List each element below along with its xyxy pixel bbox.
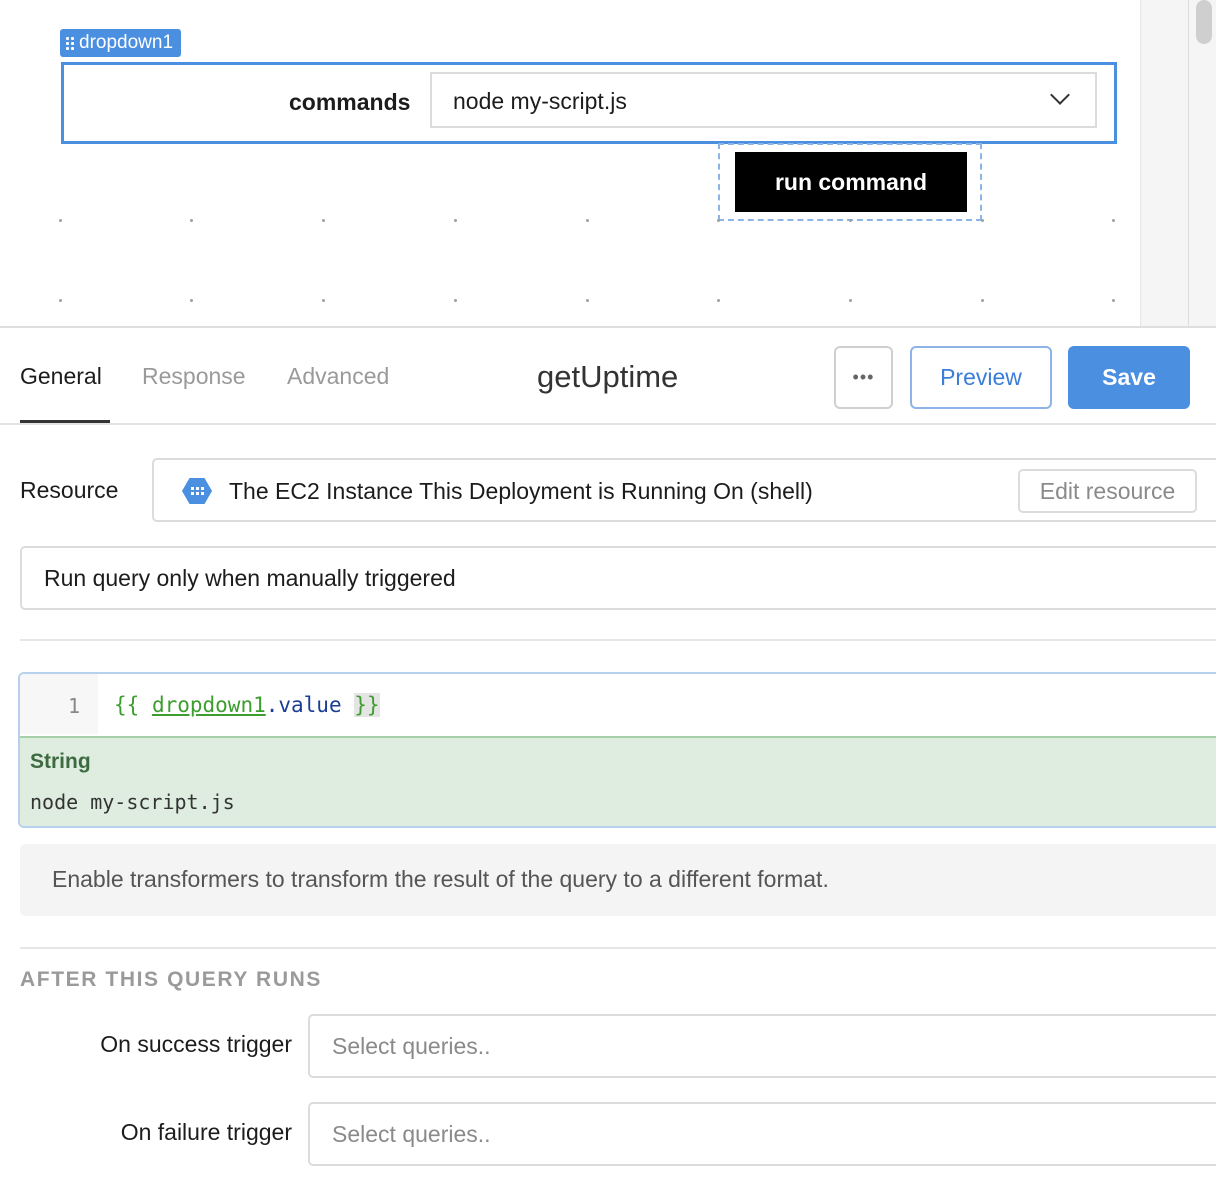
result-type: String <box>30 750 91 773</box>
tab-response[interactable]: Response <box>142 363 246 390</box>
on-failure-select[interactable]: Select queries.. <box>308 1102 1216 1166</box>
grid-dot <box>717 299 720 302</box>
resource-hexagon-icon <box>182 478 212 504</box>
line-number: 1 <box>68 694 81 718</box>
scrollbar-divider <box>1188 0 1189 326</box>
code-close-brace: }} <box>354 693 380 717</box>
edit-resource-button[interactable]: Edit resource <box>1018 469 1197 513</box>
on-success-label: On success trigger <box>100 1031 292 1057</box>
run-command-button[interactable]: run command <box>735 152 967 212</box>
grid-dot <box>1112 299 1115 302</box>
dropdown-component[interactable]: commands node my-script.js <box>61 62 1117 144</box>
app-canvas: dropdown1 commands node my-script.js run… <box>0 0 1140 326</box>
run-mode-value: Run query only when manually triggered <box>44 565 456 591</box>
select-value: node my-script.js <box>453 88 627 114</box>
grid-dot <box>717 219 720 222</box>
component-tag-label: dropdown1 <box>79 32 174 53</box>
grid-dot <box>322 219 325 222</box>
result-value: node my-script.js <box>30 790 235 814</box>
grid-dot <box>586 219 589 222</box>
query-editor-panel: General Response Advanced getUptime ••• … <box>0 326 1216 1204</box>
component-tag[interactable]: dropdown1 <box>60 29 182 57</box>
section-heading: AFTER THIS QUERY RUNS <box>20 968 322 991</box>
grid-dot <box>190 219 193 222</box>
tab-general[interactable]: General <box>20 363 102 390</box>
on-success-placeholder: Select queries.. <box>332 1033 491 1059</box>
grid-dot <box>981 219 984 222</box>
tab-advanced[interactable]: Advanced <box>287 363 389 390</box>
resource-name: The EC2 Instance This Deployment is Runn… <box>229 478 813 504</box>
resource-select[interactable]: The EC2 Instance This Deployment is Runn… <box>152 458 1216 522</box>
line-gutter <box>20 674 98 734</box>
ellipsis-icon: ••• <box>852 367 875 387</box>
resource-label: Resource <box>20 477 119 503</box>
code-editor[interactable]: 1 {{ dropdown1.value }} String node my-s… <box>18 672 1216 828</box>
chevron-down-icon <box>1050 85 1070 105</box>
divider <box>20 947 1216 949</box>
evaluated-result: String node my-script.js <box>20 736 1216 826</box>
on-success-select[interactable]: Select queries.. <box>308 1014 1216 1078</box>
on-failure-label: On failure trigger <box>120 1119 292 1145</box>
code-property: .value <box>265 693 342 717</box>
grid-dot <box>849 219 852 222</box>
grid-dot <box>981 299 984 302</box>
grid-dot <box>454 299 457 302</box>
grid-dot <box>586 299 589 302</box>
more-options-button[interactable]: ••• <box>834 346 893 409</box>
commands-select[interactable]: node my-script.js <box>430 72 1097 128</box>
grid-dot <box>1112 219 1115 222</box>
code-reference[interactable]: dropdown1 <box>152 693 266 717</box>
transformer-notice[interactable]: Enable transformers to transform the res… <box>20 844 1216 916</box>
save-button[interactable]: Save <box>1068 346 1190 409</box>
grid-dot <box>59 299 62 302</box>
query-name[interactable]: getUptime <box>537 359 678 395</box>
grid-dot <box>59 219 62 222</box>
divider <box>20 639 1216 641</box>
tabs-divider <box>0 423 1216 425</box>
grid-dot <box>322 299 325 302</box>
transformer-text: Enable transformers to transform the res… <box>52 866 829 892</box>
dropdown-label: commands <box>289 89 411 115</box>
run-mode-select[interactable]: Run query only when manually triggered <box>20 546 1216 610</box>
grid-dot <box>454 219 457 222</box>
code-line[interactable]: {{ dropdown1.value }} <box>114 693 380 717</box>
preview-button[interactable]: Preview <box>910 346 1052 409</box>
drag-handle-icon[interactable] <box>66 36 74 50</box>
grid-dot <box>190 299 193 302</box>
canvas-scrollbar-thumb[interactable] <box>1196 0 1212 44</box>
canvas-scrollbar-track[interactable] <box>1140 0 1216 326</box>
code-open-brace: {{ <box>114 693 152 717</box>
on-failure-placeholder: Select queries.. <box>332 1121 491 1147</box>
grid-dot <box>849 299 852 302</box>
